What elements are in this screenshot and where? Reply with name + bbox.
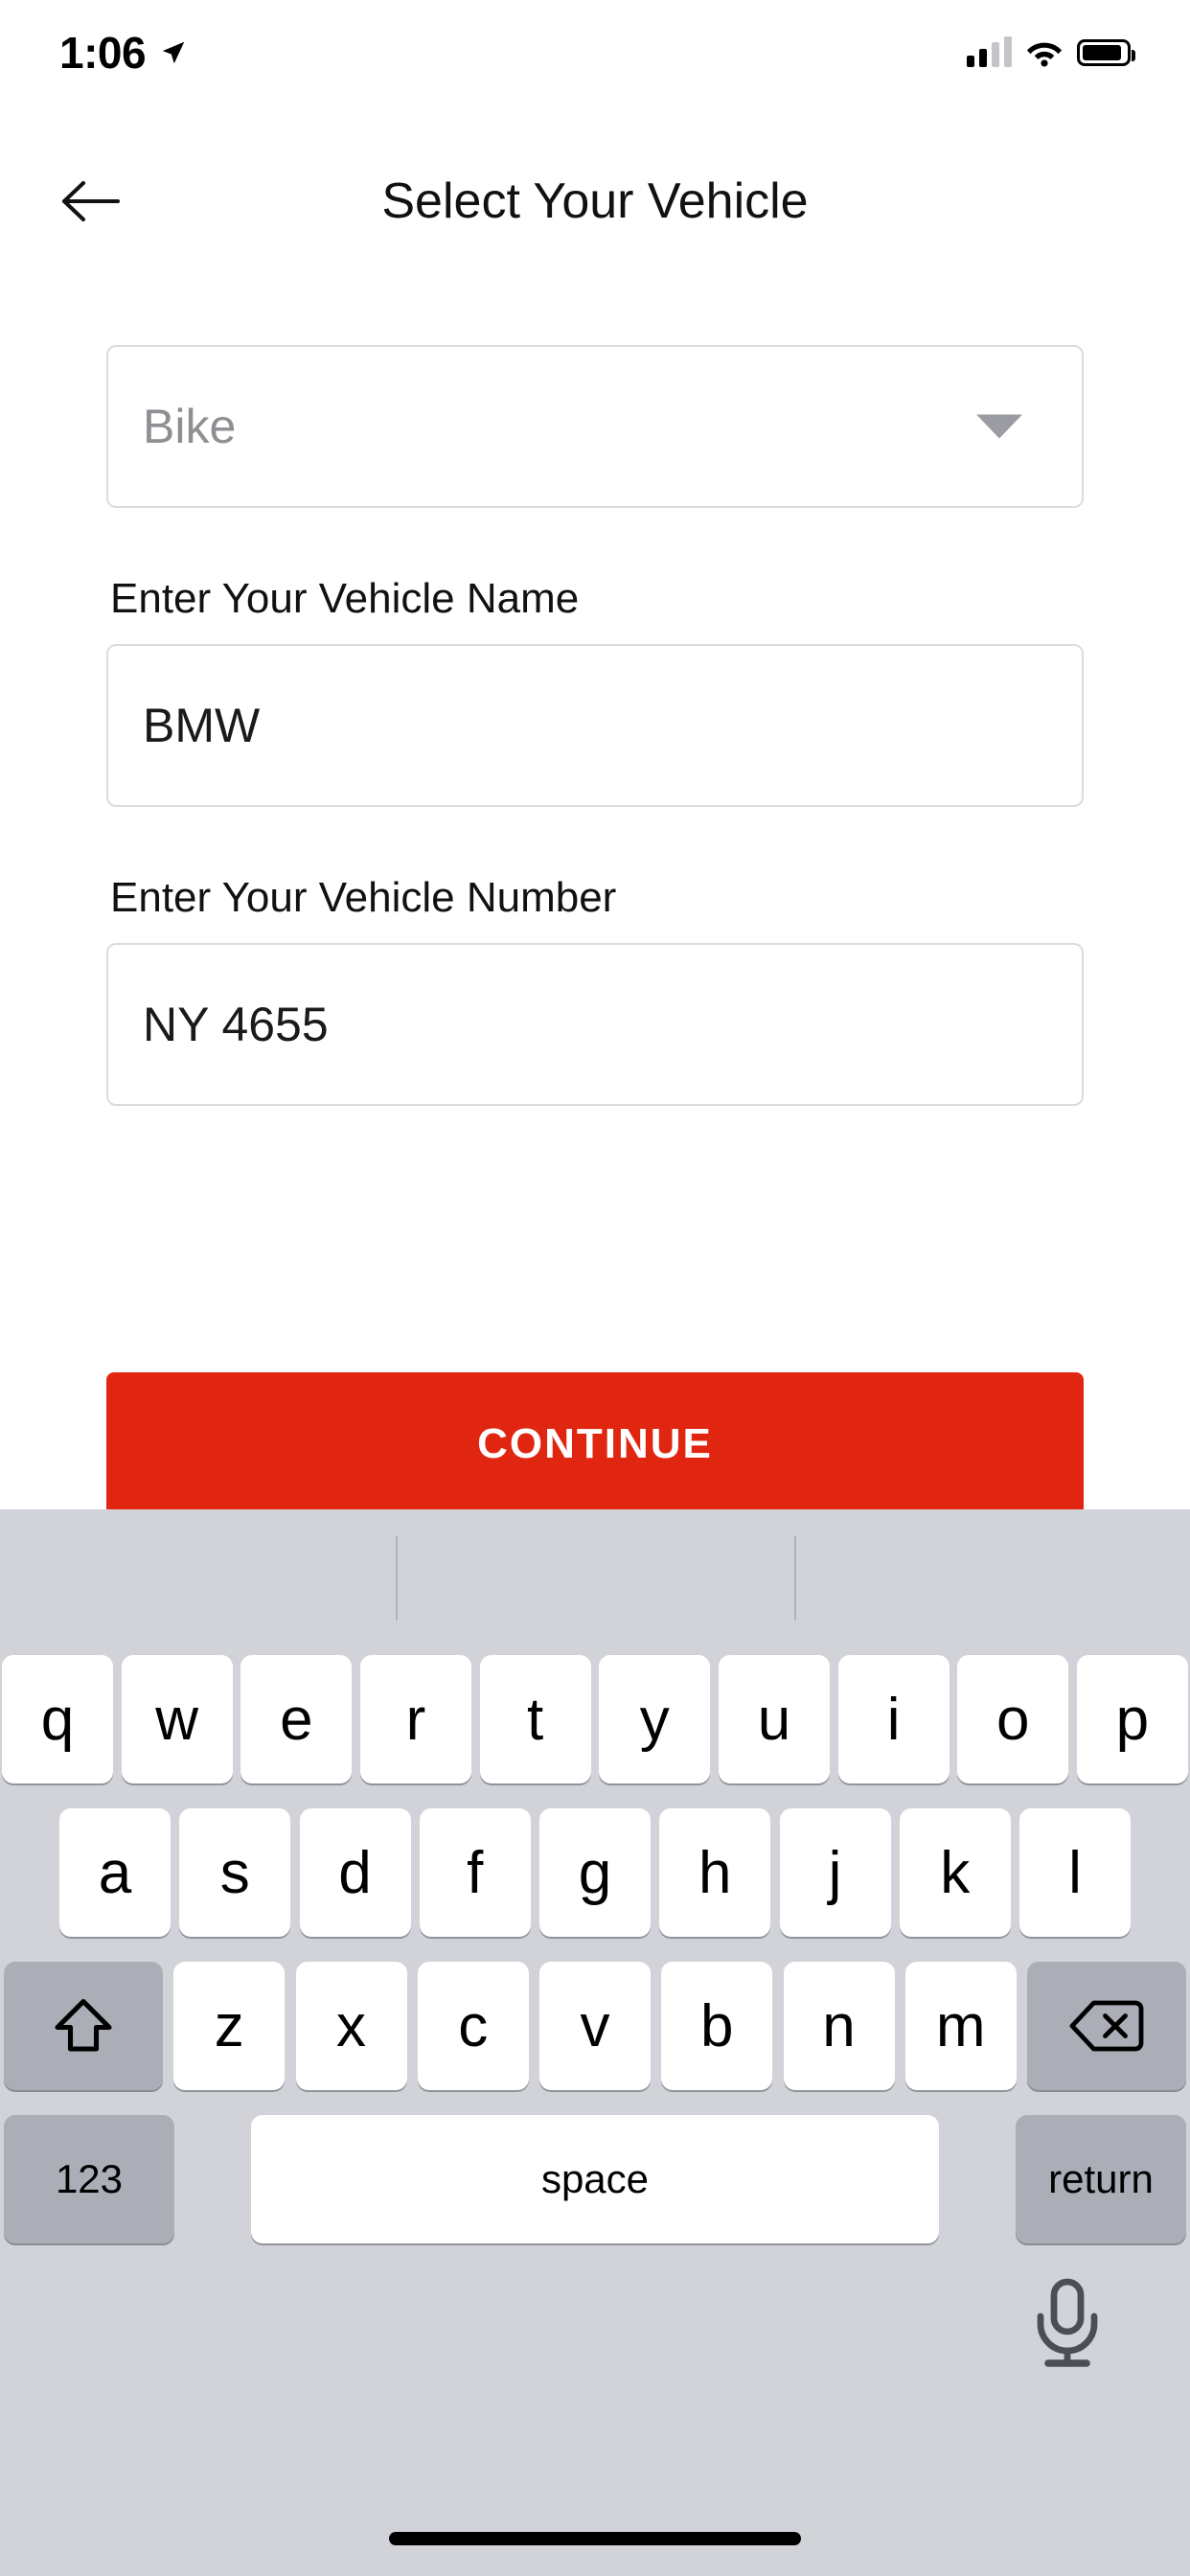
keyboard-row-3: zxcvbnm: [0, 1962, 1190, 2090]
battery-icon: [1077, 39, 1135, 66]
key-l[interactable]: l: [1019, 1808, 1131, 1937]
vehicle-name-group: Enter Your Vehicle Name BMW: [106, 575, 1084, 807]
key-o[interactable]: o: [957, 1655, 1069, 1783]
keyboard-row-2: asdfghjkl: [0, 1808, 1190, 1937]
app-header: Select Your Vehicle: [0, 144, 1190, 259]
vehicle-number-label: Enter Your Vehicle Number: [110, 874, 617, 921]
key-i[interactable]: i: [837, 1655, 950, 1783]
on-screen-keyboard: qwertyuiop asdfghjkl zxcvbnm 123 space r…: [0, 1509, 1190, 2576]
status-bar: 1:06: [0, 0, 1190, 105]
continue-button[interactable]: CONTINUE: [106, 1372, 1084, 1516]
vehicle-name-input[interactable]: BMW: [106, 644, 1084, 807]
key-m[interactable]: m: [904, 1962, 1017, 2090]
wifi-icon: [1026, 42, 1063, 67]
backspace-key[interactable]: [1027, 1962, 1186, 2090]
page-title: Select Your Vehicle: [381, 173, 809, 229]
key-n[interactable]: n: [783, 1962, 895, 2090]
key-p[interactable]: p: [1076, 1655, 1188, 1783]
vehicle-name-value: BMW: [143, 699, 261, 752]
chevron-down-icon[interactable]: [976, 414, 1022, 439]
microphone-icon: [1037, 2278, 1098, 2367]
predictive-text-bar[interactable]: [0, 1509, 1190, 1648]
key-z[interactable]: z: [173, 1962, 286, 2090]
status-bar-left: 1:06: [59, 27, 188, 79]
key-h[interactable]: h: [659, 1808, 771, 1937]
home-indicator-bar: [389, 2532, 801, 2545]
key-a[interactable]: a: [59, 1808, 171, 1937]
key-q[interactable]: q: [2, 1655, 113, 1783]
shift-arrow-icon: [55, 1998, 112, 2052]
space-key[interactable]: space: [251, 2115, 939, 2243]
numeric-key[interactable]: 123: [4, 2115, 174, 2243]
vehicle-name-label: Enter Your Vehicle Name: [110, 575, 580, 622]
key-s[interactable]: s: [179, 1808, 291, 1937]
vehicle-number-group: Enter Your Vehicle Number NY 4655: [106, 874, 1084, 1106]
key-x[interactable]: x: [295, 1962, 407, 2090]
shift-key[interactable]: [4, 1962, 163, 2090]
vehicle-number-value: NY 4655: [143, 998, 329, 1051]
vehicle-type-value: Bike: [143, 400, 237, 453]
key-y[interactable]: y: [599, 1655, 711, 1783]
status-time: 1:06: [59, 28, 147, 78]
keyboard-utility-row: [0, 2266, 1190, 2410]
vehicle-type-dropdown[interactable]: Bike: [106, 345, 1084, 508]
keyboard-row-3-letters: zxcvbnm: [163, 1962, 1027, 2090]
key-c[interactable]: c: [417, 1962, 529, 2090]
keyboard-row-1: qwertyuiop: [0, 1655, 1190, 1783]
key-j[interactable]: j: [779, 1808, 891, 1937]
key-g[interactable]: g: [539, 1808, 651, 1937]
prediction-divider: [794, 1536, 796, 1621]
phone-screen: 1:06 Select Your Vehicle Bike Enter Your…: [0, 0, 1190, 2576]
key-e[interactable]: e: [240, 1655, 353, 1783]
location-arrow-icon: [162, 41, 185, 64]
vehicle-form: Bike Enter Your Vehicle Name BMW Enter Y…: [106, 345, 1084, 1106]
key-f[interactable]: f: [419, 1808, 531, 1937]
key-k[interactable]: k: [899, 1808, 1011, 1937]
key-w[interactable]: w: [121, 1655, 233, 1783]
key-d[interactable]: d: [299, 1808, 411, 1937]
status-bar-right: [967, 36, 1135, 67]
key-u[interactable]: u: [718, 1655, 830, 1783]
key-t[interactable]: t: [479, 1655, 591, 1783]
keyboard-row-4: 123 space return: [0, 2115, 1190, 2243]
vehicle-number-input[interactable]: NY 4655: [106, 943, 1084, 1106]
backspace-icon: [1069, 2000, 1144, 2052]
prediction-divider: [396, 1536, 398, 1621]
key-b[interactable]: b: [661, 1962, 773, 2090]
dictation-button[interactable]: [1029, 2276, 1106, 2368]
cellular-signal-icon: [967, 36, 1012, 67]
return-key[interactable]: return: [1016, 2115, 1186, 2243]
key-v[interactable]: v: [539, 1962, 651, 2090]
key-r[interactable]: r: [359, 1655, 471, 1783]
